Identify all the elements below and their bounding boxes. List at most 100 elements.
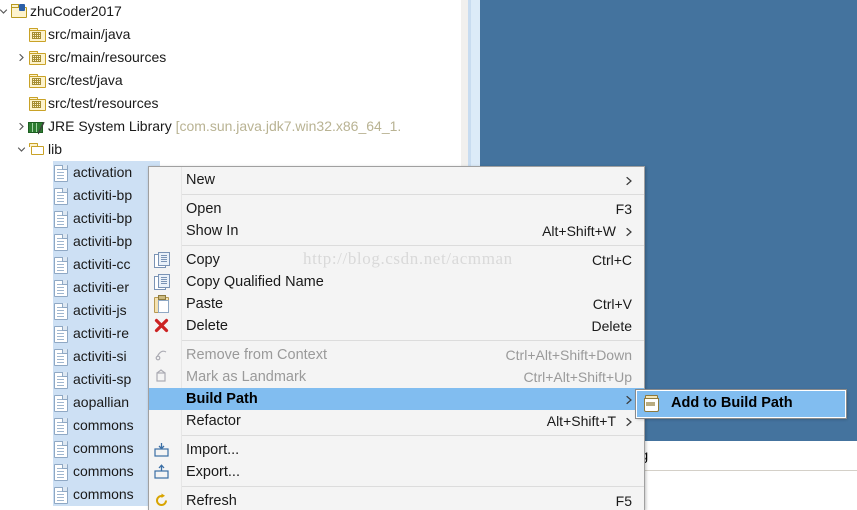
tree-row-label: activiti-si bbox=[73, 345, 127, 368]
tree-row-label: activiti-cc bbox=[73, 253, 131, 276]
mark-as-landmark-icon bbox=[154, 369, 171, 385]
menu-item-shortcut: F5 bbox=[616, 490, 632, 510]
chevron-right-icon bbox=[625, 410, 633, 432]
menu-separator bbox=[182, 245, 644, 246]
tree-row[interactable]: lib bbox=[0, 138, 461, 161]
menu-item-export[interactable]: Export... bbox=[149, 461, 644, 483]
tree-row[interactable]: src/test/java bbox=[0, 69, 461, 92]
tree-row-label: src/main/java bbox=[48, 23, 130, 46]
menu-item-shortcut: Ctrl+Alt+Shift+Up bbox=[523, 366, 632, 388]
tree-row-label: activiti-js bbox=[73, 299, 127, 322]
tree-row[interactable]: src/test/resources bbox=[0, 92, 461, 115]
menu-item-refresh[interactable]: Refresh F5 bbox=[149, 490, 644, 510]
tree-row-suffix: [com.sun.java.jdk7.win32.x86_64_1. bbox=[176, 118, 402, 134]
chevron-right-icon bbox=[625, 220, 633, 242]
jar-file-icon bbox=[53, 230, 70, 253]
chevron-right-icon[interactable] bbox=[16, 46, 27, 69]
tree-row-label: activiti-re bbox=[73, 322, 129, 345]
menu-item-label: Refactor bbox=[186, 410, 241, 432]
build-path-submenu[interactable]: Add to Build Path bbox=[636, 390, 846, 418]
import-icon bbox=[154, 442, 171, 458]
tree-row-label: zhuCoder2017 bbox=[30, 0, 122, 23]
menu-item-label: Copy Qualified Name bbox=[186, 271, 324, 293]
jar-file-icon bbox=[53, 368, 70, 391]
jre-library-icon bbox=[28, 115, 45, 138]
jar-file-icon bbox=[53, 161, 70, 184]
menu-item-refactor[interactable]: Refactor Alt+Shift+T bbox=[149, 410, 644, 432]
tree-row-label: activiti-er bbox=[73, 276, 129, 299]
source-folder-icon bbox=[28, 92, 45, 115]
menu-item-copy[interactable]: Copy Ctrl+C bbox=[149, 249, 644, 271]
folder-icon bbox=[28, 138, 45, 161]
jar-file-icon bbox=[53, 253, 70, 276]
menu-item-label: Build Path bbox=[186, 388, 258, 410]
tree-row-label: src/test/java bbox=[48, 69, 123, 92]
menu-separator bbox=[182, 486, 644, 487]
source-folder-icon bbox=[28, 69, 45, 92]
menu-item-open[interactable]: Open F3 bbox=[149, 198, 644, 220]
tree-row-label: activation bbox=[73, 161, 132, 184]
tree-row-label: JRE System Library [com.sun.java.jdk7.wi… bbox=[48, 115, 401, 138]
menu-item-label: Refresh bbox=[186, 490, 237, 510]
menu-item-label: Mark as Landmark bbox=[186, 366, 306, 388]
chevron-down-icon[interactable] bbox=[0, 0, 9, 23]
chevron-right-icon[interactable] bbox=[16, 115, 27, 138]
tree-row-label: src/main/resources bbox=[48, 46, 166, 69]
menu-item-copy-qualified-name[interactable]: Copy Qualified Name bbox=[149, 271, 644, 293]
jar-file-icon bbox=[53, 299, 70, 322]
menu-item-shortcut: Delete bbox=[592, 315, 632, 337]
tree-row-label: commons bbox=[73, 483, 134, 506]
chevron-right-icon bbox=[625, 169, 633, 191]
menu-item-paste[interactable]: PasteCtrl+V bbox=[149, 293, 644, 315]
tree-row[interactable]: src/main/resources bbox=[0, 46, 461, 69]
tree-row-label: activiti-bp bbox=[73, 207, 132, 230]
jar-file-icon bbox=[53, 345, 70, 368]
menu-item-shortcut: Ctrl+V bbox=[593, 293, 632, 315]
chevron-down-icon[interactable] bbox=[16, 138, 27, 161]
menu-item-label: New bbox=[186, 169, 215, 191]
source-folder-icon bbox=[28, 46, 45, 69]
context-menu[interactable]: NewOpenF3Show InAlt+Shift+WCopyCtrl+CCop… bbox=[148, 166, 645, 510]
menu-item-build-path[interactable]: Build Path bbox=[149, 388, 644, 410]
tree-row-label: commons bbox=[73, 437, 134, 460]
menu-item-label: Copy bbox=[186, 249, 220, 271]
tree-row-label: activiti-sp bbox=[73, 368, 131, 391]
menu-item-delete[interactable]: Delete Delete bbox=[149, 315, 644, 337]
menu-item-shortcut: Alt+Shift+W bbox=[542, 220, 616, 242]
chevron-right-icon bbox=[625, 388, 633, 410]
tree-row-label: commons bbox=[73, 460, 134, 483]
menu-separator bbox=[182, 194, 644, 195]
tree-row[interactable]: zhuCoder2017 bbox=[0, 0, 461, 23]
menu-item-label: Import... bbox=[186, 439, 239, 461]
tree-row[interactable]: JRE System Library [com.sun.java.jdk7.wi… bbox=[0, 115, 461, 138]
jar-file-icon bbox=[53, 460, 70, 483]
jar-file-icon bbox=[53, 184, 70, 207]
menu-item-show-in[interactable]: Show InAlt+Shift+W bbox=[149, 220, 644, 242]
menu-item-shortcut: Alt+Shift+T bbox=[547, 410, 616, 432]
copy-qualified-name-icon bbox=[154, 274, 171, 290]
menu-item-import[interactable]: Import... bbox=[149, 439, 644, 461]
menu-item-shortcut: Ctrl+C bbox=[592, 249, 632, 271]
refresh-icon bbox=[154, 493, 171, 509]
jar-file-icon bbox=[53, 391, 70, 414]
menu-item-new[interactable]: New bbox=[149, 169, 644, 191]
menu-item-shortcut: F3 bbox=[616, 198, 632, 220]
tree-row-label: aopallian bbox=[73, 391, 129, 414]
submenu-item-label: Add to Build Path bbox=[671, 391, 793, 415]
tree-row-label: src/test/resources bbox=[48, 92, 158, 115]
jar-file-icon bbox=[53, 414, 70, 437]
menu-item-label: Remove from Context bbox=[186, 344, 327, 366]
jar-file-icon bbox=[53, 437, 70, 460]
tree-row[interactable]: src/main/java bbox=[0, 23, 461, 46]
tree-row-label: lib bbox=[48, 138, 62, 161]
tree-row-label: activiti-bp bbox=[73, 184, 132, 207]
menu-separator bbox=[182, 435, 644, 436]
paste-icon bbox=[154, 296, 171, 312]
menu-item-label: Delete bbox=[186, 315, 228, 337]
jar-file-icon bbox=[53, 207, 70, 230]
submenu-item-add-to-build-path[interactable]: Add to Build Path bbox=[637, 391, 845, 415]
source-folder-icon bbox=[28, 23, 45, 46]
menu-item-label: Export... bbox=[186, 461, 240, 483]
menu-item-label: Open bbox=[186, 198, 221, 220]
jar-file-icon bbox=[53, 322, 70, 345]
